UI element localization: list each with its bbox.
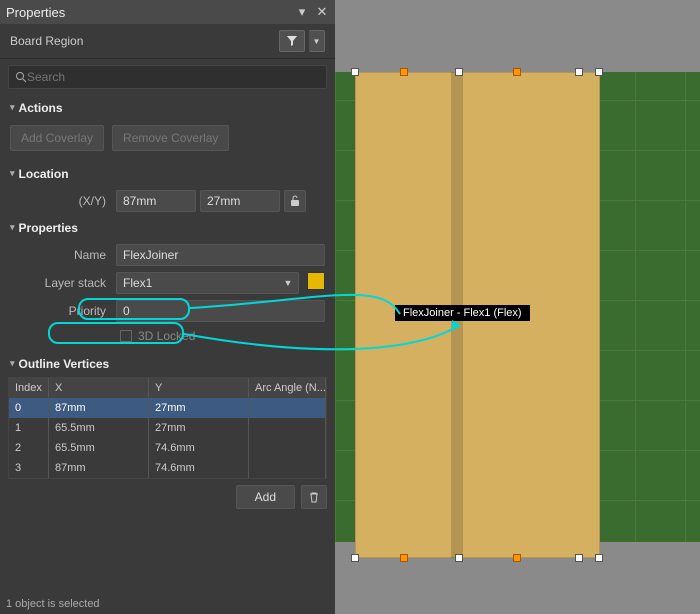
chevron-down-icon: ▼ [281,272,295,294]
layerstack-color-swatch[interactable] [307,272,325,290]
locked-checkbox[interactable] [120,330,132,342]
close-icon[interactable]: ✕ [315,5,329,19]
filter-button[interactable] [279,30,305,52]
search-input-wrap[interactable] [8,65,327,89]
rigid-region-top [335,0,700,72]
unlock-icon [290,195,300,207]
col-x[interactable]: X [49,378,149,398]
resize-handle[interactable] [351,554,359,562]
name-input[interactable] [116,244,325,266]
location-x-input[interactable] [116,190,196,212]
name-label: Name [10,248,110,262]
resize-handle[interactable] [455,554,463,562]
object-type-row: Board Region ▼ [0,24,335,59]
table-header: Index X Y Arc Angle (N... [9,378,326,398]
object-type-label: Board Region [10,34,275,48]
table-footer: Add [0,479,335,515]
pin-icon[interactable]: ▾ [295,5,309,19]
funnel-icon [286,35,298,47]
layerstack-label: Layer stack [10,276,110,290]
filter-dropdown[interactable]: ▼ [309,30,325,52]
col-y[interactable]: Y [149,378,249,398]
location-row: (X/Y) [0,187,335,215]
delete-vertex-button[interactable] [301,485,327,509]
resize-handle[interactable] [595,554,603,562]
search-input[interactable] [27,70,320,84]
panel-header: Properties ▾ ✕ [0,0,335,24]
properties-panel: Properties ▾ ✕ Board Region ▼ Actions Ad… [0,0,335,614]
chevron-down-icon: ▼ [313,37,321,46]
panel-title: Properties [6,5,289,20]
resize-handle[interactable] [455,68,463,76]
remove-coverlay-button[interactable]: Remove Coverlay [112,125,229,151]
table-row[interactable]: 0 87mm 27mm [9,398,326,418]
add-vertex-button[interactable]: Add [236,485,295,509]
locked-row[interactable]: 3D Locked [0,325,335,351]
locked-label: 3D Locked [138,329,195,343]
vertices-header[interactable]: Outline Vertices [0,351,335,377]
location-lock-button[interactable] [284,190,306,212]
location-header[interactable]: Location [0,161,335,187]
actions-buttons: Add Coverlay Remove Coverlay [0,121,335,161]
edit-handle[interactable] [513,68,521,76]
col-arc[interactable]: Arc Angle (N... [249,378,326,398]
resize-handle[interactable] [595,68,603,76]
layerstack-value[interactable] [116,272,299,294]
location-y-input[interactable] [200,190,280,212]
edit-handle[interactable] [400,554,408,562]
actions-header[interactable]: Actions [0,95,335,121]
add-coverlay-button[interactable]: Add Coverlay [10,125,104,151]
region-tooltip: FlexJoiner - Flex1 (Flex) [395,305,530,321]
resize-handle[interactable] [575,554,583,562]
search-icon [15,71,27,83]
status-bar: 1 object is selected [0,596,335,614]
name-row: Name [0,241,335,269]
priority-input[interactable] [116,300,325,322]
table-row[interactable]: 2 65.5mm 74.6mm [9,438,326,458]
edit-handle[interactable] [400,68,408,76]
trash-icon [308,491,320,503]
col-index[interactable]: Index [9,378,49,398]
table-row[interactable]: 1 65.5mm 27mm [9,418,326,438]
vertices-table: Index X Y Arc Angle (N... 0 87mm 27mm 1 … [8,377,327,479]
resize-handle[interactable] [351,68,359,76]
xy-label: (X/Y) [10,194,110,208]
resize-handle[interactable] [575,68,583,76]
edit-handle[interactable] [513,554,521,562]
priority-label: Priority [10,304,110,318]
priority-row: Priority [0,297,335,325]
properties-header[interactable]: Properties [0,215,335,241]
layerstack-select[interactable]: ▼ [116,272,299,294]
pcb-viewport[interactable]: FlexJoiner - Flex1 (Flex) [335,0,700,614]
layerstack-row: Layer stack ▼ [0,269,335,297]
table-row[interactable]: 3 87mm 74.6mm [9,458,326,478]
